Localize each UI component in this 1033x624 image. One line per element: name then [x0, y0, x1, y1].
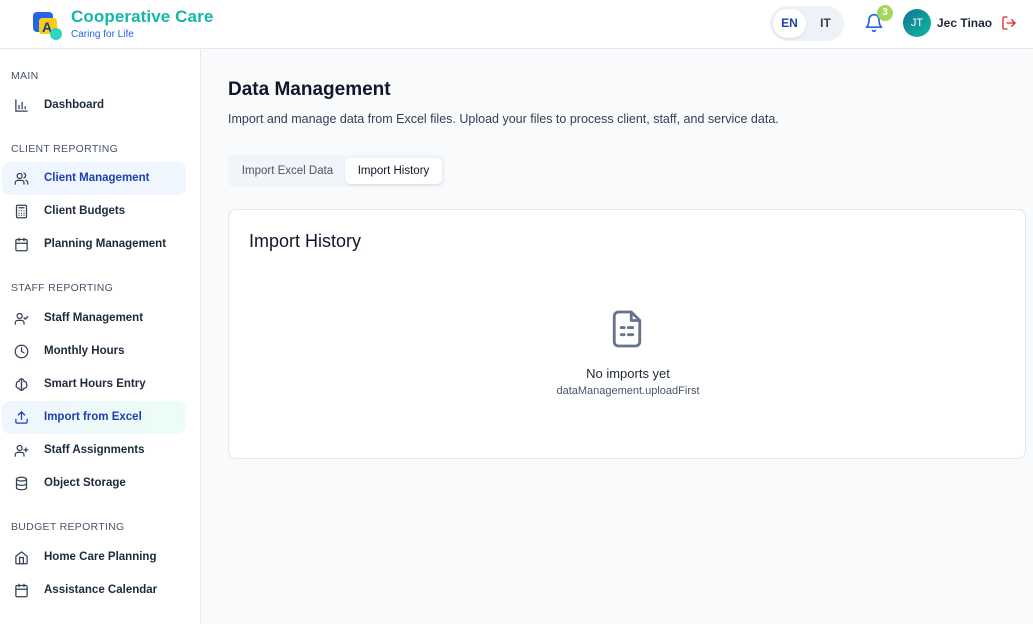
user-check-icon: [14, 312, 29, 325]
card-title: Import History: [249, 231, 362, 251]
import-history-card: Import History No imports yet dataManage…: [228, 209, 1026, 459]
users-icon: [14, 172, 29, 185]
brand-title: Cooperative Care: [71, 7, 214, 26]
language-toggle: EN IT: [770, 6, 844, 41]
tab-import-excel-data[interactable]: Import Excel Data: [231, 158, 344, 184]
home-icon: [15, 551, 28, 565]
sidebar-item-staff-management[interactable]: Staff Management: [2, 302, 186, 335]
sidebar-item-home-care-planning[interactable]: Home Care Planning: [2, 541, 186, 574]
sidebar-item-smart-hours-entry[interactable]: Smart Hours Entry: [2, 368, 186, 401]
brand-subtitle: Caring for Life: [71, 29, 134, 40]
sidebar-item-dashboard[interactable]: Dashboard: [2, 89, 186, 122]
sidebar-item-label: Home Care Planning: [44, 551, 157, 563]
calendar-icon: [15, 237, 28, 252]
sidebar-item-label: Staff Assignments: [44, 444, 145, 456]
page-description: Import and manage data from Excel files.…: [228, 112, 779, 126]
sidebar-item-client-management[interactable]: Client Management: [2, 162, 186, 195]
empty-state-title: No imports yet: [586, 366, 670, 381]
database-icon: [15, 476, 28, 491]
upload-icon: [15, 410, 28, 424]
logout-icon[interactable]: [1001, 15, 1017, 31]
bar-chart-icon: [15, 99, 28, 112]
sidebar-item-import-from-excel[interactable]: Import from Excel: [2, 401, 186, 434]
user-plus-icon: [14, 444, 29, 457]
notification-badge: 3: [877, 5, 893, 21]
sidebar-item-label: Object Storage: [44, 477, 126, 489]
user-name[interactable]: Jec Tinao: [937, 16, 992, 30]
tab-list: Import Excel Data Import History: [228, 155, 445, 187]
language-en-button[interactable]: EN: [773, 9, 806, 38]
empty-state-subtitle: dataManagement.uploadFirst: [556, 385, 700, 397]
sidebar-item-planning-management[interactable]: Planning Management: [2, 228, 186, 261]
sidebar-item-assistance-calendar[interactable]: Assistance Calendar: [2, 574, 186, 607]
sidebar-item-object-storage[interactable]: Object Storage: [2, 467, 186, 500]
sidebar-item-label: Client Budgets: [44, 205, 126, 217]
sidebar-item-label: Client Management: [44, 172, 150, 184]
sidebar-item-monthly-hours[interactable]: Monthly Hours: [2, 335, 186, 368]
sidebar-item-label: Import from Excel: [44, 411, 142, 423]
brain-icon: [15, 378, 28, 391]
avatar[interactable]: JT: [903, 9, 931, 37]
sidebar-item-label: Staff Management: [44, 312, 144, 324]
sidebar-item-staff-assignments[interactable]: Staff Assignments: [2, 434, 186, 467]
sidebar-item-label: Smart Hours Entry: [44, 378, 146, 390]
sidebar: MAIN Dashboard CLIENT REPORTING Client M…: [0, 50, 201, 624]
tab-import-history[interactable]: Import History: [345, 158, 442, 184]
section-title-staff-reporting: STAFF REPORTING: [11, 282, 114, 294]
sidebar-item-label: Monthly Hours: [44, 345, 125, 357]
sidebar-item-label: Assistance Calendar: [44, 584, 158, 596]
section-title-main: MAIN: [11, 70, 39, 82]
sidebar-item-label: Dashboard: [44, 99, 105, 111]
top-header: A Cooperative Care Caring for Life EN IT…: [0, 0, 1033, 49]
clock-icon: [14, 344, 29, 359]
calculator-icon: [15, 204, 28, 219]
calendar-icon: [15, 583, 28, 598]
section-title-budget-reporting: BUDGET REPORTING: [11, 521, 125, 533]
sidebar-item-client-budgets[interactable]: Client Budgets: [2, 195, 186, 228]
language-it-button[interactable]: IT: [809, 9, 842, 38]
file-text-icon: [612, 310, 642, 348]
section-title-client-reporting: CLIENT REPORTING: [11, 143, 119, 155]
cooperative-care-logo: A: [33, 12, 62, 40]
page-title: Data Management: [228, 79, 391, 100]
sidebar-item-label: Planning Management: [44, 238, 167, 250]
